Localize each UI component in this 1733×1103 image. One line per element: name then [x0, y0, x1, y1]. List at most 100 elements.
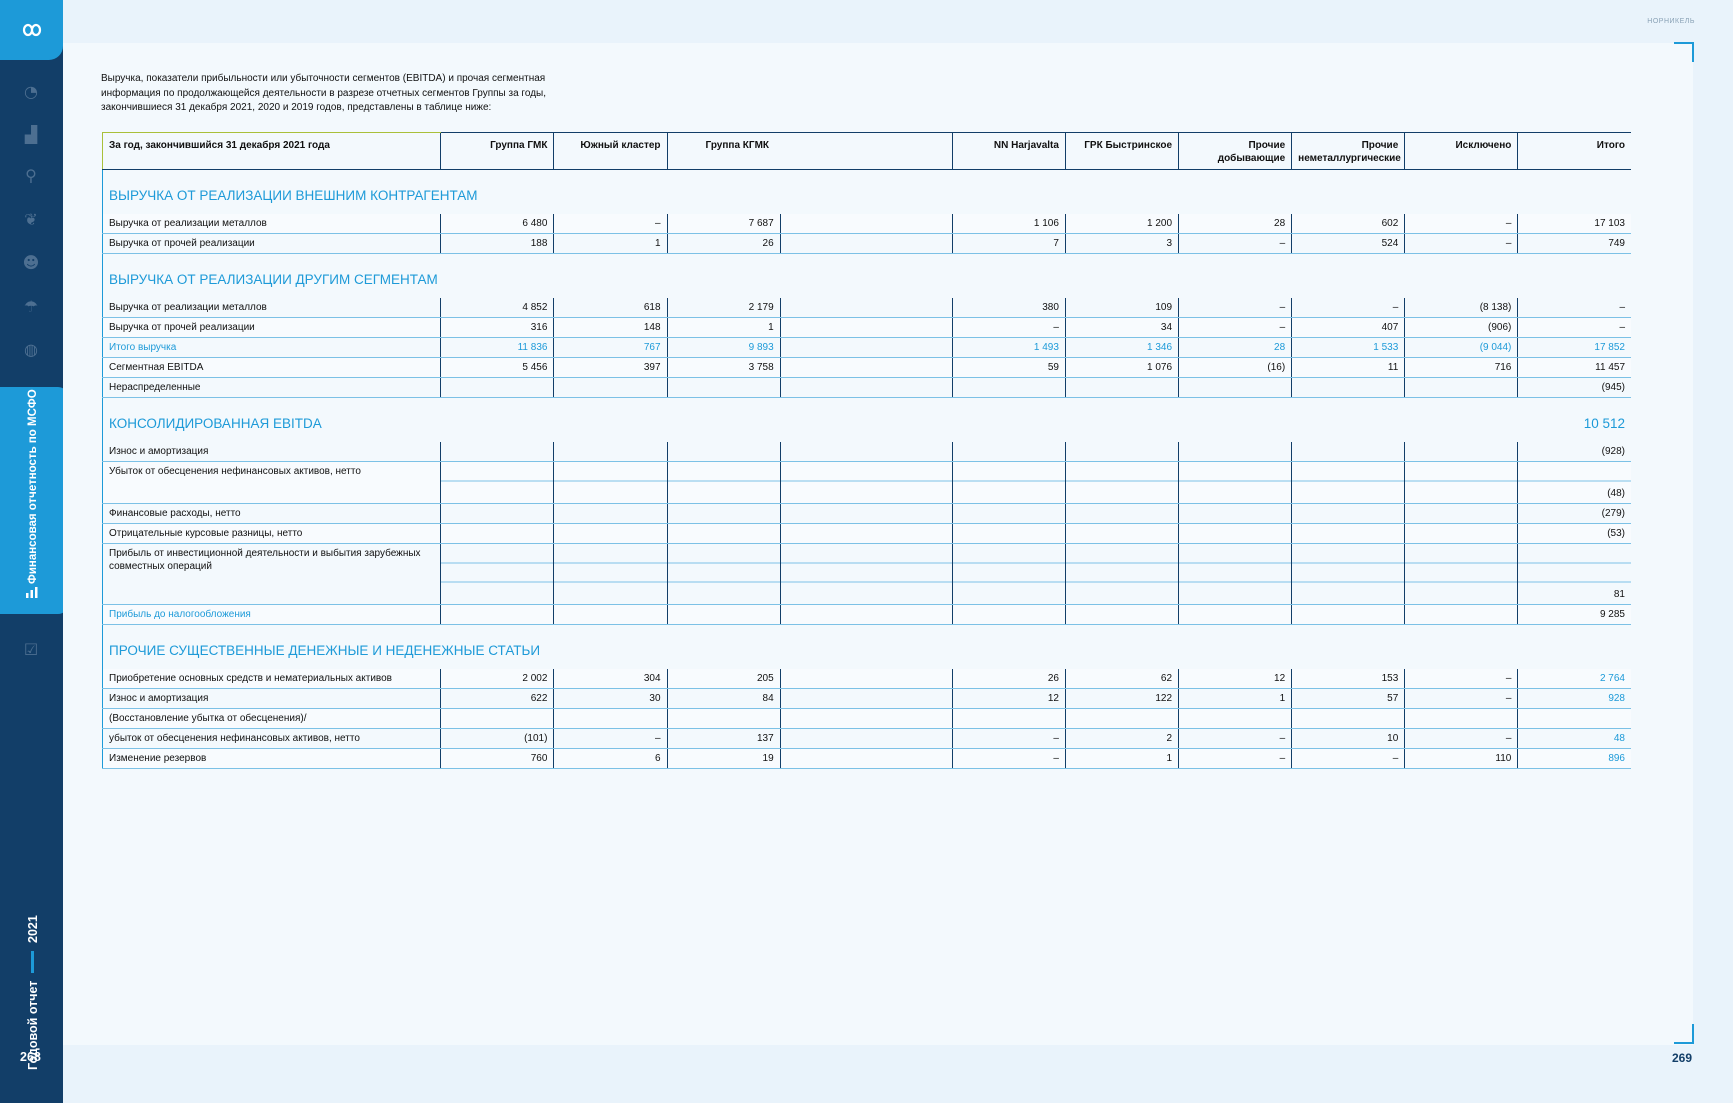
row-label: (Восстановление убытка от обесценения)/: [101, 708, 442, 729]
col-header: За год, закончившийся 31 декабря 2021 го…: [101, 132, 441, 170]
intro-paragraph: Выручка, показатели прибыльности или убы…: [101, 73, 546, 113]
factory-icon[interactable]: ▟: [21, 125, 41, 145]
cell-value: [1291, 708, 1406, 729]
cell-value: 6 480: [440, 214, 555, 234]
cell-value: 11 457: [1517, 357, 1631, 378]
cell-value: 2 002: [440, 669, 555, 689]
divider: [31, 950, 35, 973]
cell-value: 4 852: [440, 298, 555, 318]
cell-value: 84: [667, 688, 781, 709]
cell-value: [667, 461, 781, 504]
cell-value: –: [1404, 728, 1519, 749]
row-label: Изменение резервов: [101, 748, 442, 769]
cell-value: 153: [1291, 669, 1406, 689]
empty-cell: [780, 748, 953, 769]
leaf-icon[interactable]: ❦: [21, 210, 41, 230]
cell-value: [1404, 442, 1519, 462]
cell-value: [667, 604, 781, 625]
cell-value: 26: [952, 669, 1066, 689]
row-label: Выручка от реализации металлов: [101, 214, 442, 234]
col-header: NN Harjavalta: [951, 132, 1066, 170]
cell-value: [1291, 604, 1406, 625]
cell-value: –: [1178, 748, 1293, 769]
cell-value: (279): [1517, 503, 1631, 524]
corner-mark-bottom: [1674, 1024, 1694, 1044]
empty-cell: [780, 604, 953, 625]
sidebar: ◔ ▟ ⚲ ❦ ☻ ☂ ◍ Финансовая отчетность по М…: [0, 0, 68, 1103]
cell-value: [667, 543, 781, 605]
cell-value: –: [553, 214, 668, 234]
cell-value: 5 456: [440, 357, 555, 378]
cell-value: 2 764: [1517, 669, 1631, 689]
section-title: ВЫРУЧКА ОТ РЕАЛИЗАЦИИ ДРУГИМ СЕГМЕНТАМ: [102, 253, 1631, 298]
cell-value: 1: [667, 317, 781, 338]
row-label: Выручка от прочей реализации: [101, 317, 442, 338]
table-row: Убыток от обесценения нефинансовых актив…: [101, 461, 1631, 504]
page-number-left: 268: [20, 1050, 41, 1064]
row-label: Сегментная EBITDA: [101, 357, 442, 378]
cell-value: [1404, 604, 1519, 625]
cell-value: 17 103: [1517, 214, 1631, 234]
table-row: Износ и амортизация 622 30 84 12 122 1 57–928: [101, 688, 1631, 709]
cell-value: [952, 708, 1066, 729]
cell-value: –: [952, 317, 1066, 338]
cell-value: –: [553, 728, 668, 749]
umbrella-icon[interactable]: ☂: [21, 297, 41, 317]
cell-value: 397: [553, 357, 668, 378]
cell-value: [952, 604, 1066, 625]
cell-value: 896: [1517, 748, 1631, 769]
cell-value: 109: [1065, 298, 1180, 318]
section-title-text: КОНСОЛИДИРОВАННАЯ EBITDA: [109, 415, 322, 431]
cell-value: 48: [1517, 728, 1631, 749]
col-header: Группа КГМК: [666, 132, 953, 170]
globe-icon[interactable]: ◍: [21, 340, 41, 360]
cell-value: 205: [667, 669, 781, 689]
cell-value: [553, 543, 668, 605]
cell-value: 1 493: [952, 337, 1066, 358]
empty-cell: [780, 669, 953, 689]
checklist-icon[interactable]: ☑: [21, 640, 41, 660]
table-row: Нераспределенные (945): [101, 377, 1631, 398]
row-label: Выручка от реализации металлов: [101, 298, 442, 318]
people-icon[interactable]: ☻: [21, 253, 41, 273]
cell-value: [1291, 503, 1406, 524]
cell-value: [1178, 442, 1293, 462]
cell-value: [440, 604, 555, 625]
cell-value: [1178, 604, 1293, 625]
cell-value: 7: [952, 233, 1066, 254]
cell-value: –: [1178, 233, 1293, 254]
cell-value: 2: [1065, 728, 1180, 749]
cell-value: [1404, 708, 1519, 729]
cell-value: [1065, 461, 1180, 504]
cell-value: 12: [1178, 669, 1293, 689]
cell-value: [553, 523, 668, 544]
cell-value: [1065, 523, 1180, 544]
row-label: Выручка от прочей реализации: [101, 233, 442, 254]
cell-value: [667, 523, 781, 544]
cell-value: 57: [1291, 688, 1406, 709]
empty-cell: [780, 442, 953, 462]
cell-value: 26: [667, 233, 781, 254]
segment-table: За год, закончившийся 31 декабря 2021 го…: [101, 132, 1631, 769]
search-icon[interactable]: ⚲: [21, 166, 41, 186]
cell-value: –: [1178, 317, 1293, 338]
empty-cell: [780, 503, 953, 524]
cell-value: [553, 377, 668, 398]
cell-value: 9 893: [667, 337, 781, 358]
cell-value: [440, 377, 555, 398]
annual-report-label: Годовой отчет 2021: [22, 880, 44, 1070]
cell-value: 28: [1178, 214, 1293, 234]
cell-value: 122: [1065, 688, 1180, 709]
cell-value: [952, 442, 1066, 462]
cell-value: [952, 543, 1066, 605]
row-label: Отрицательные курсовые разницы, нетто: [101, 523, 442, 544]
cell-value: 81: [1517, 543, 1631, 605]
col-header: Итого: [1517, 132, 1631, 170]
chart-pie-icon[interactable]: ◔: [21, 82, 41, 102]
logo[interactable]: [0, 0, 63, 60]
cell-value: –: [952, 728, 1066, 749]
cell-value: 17 852: [1517, 337, 1631, 358]
cell-value: 1: [1178, 688, 1293, 709]
row-label: Прибыль от инвестиционной деятельности и…: [101, 543, 442, 605]
cell-value: –: [1517, 317, 1631, 338]
